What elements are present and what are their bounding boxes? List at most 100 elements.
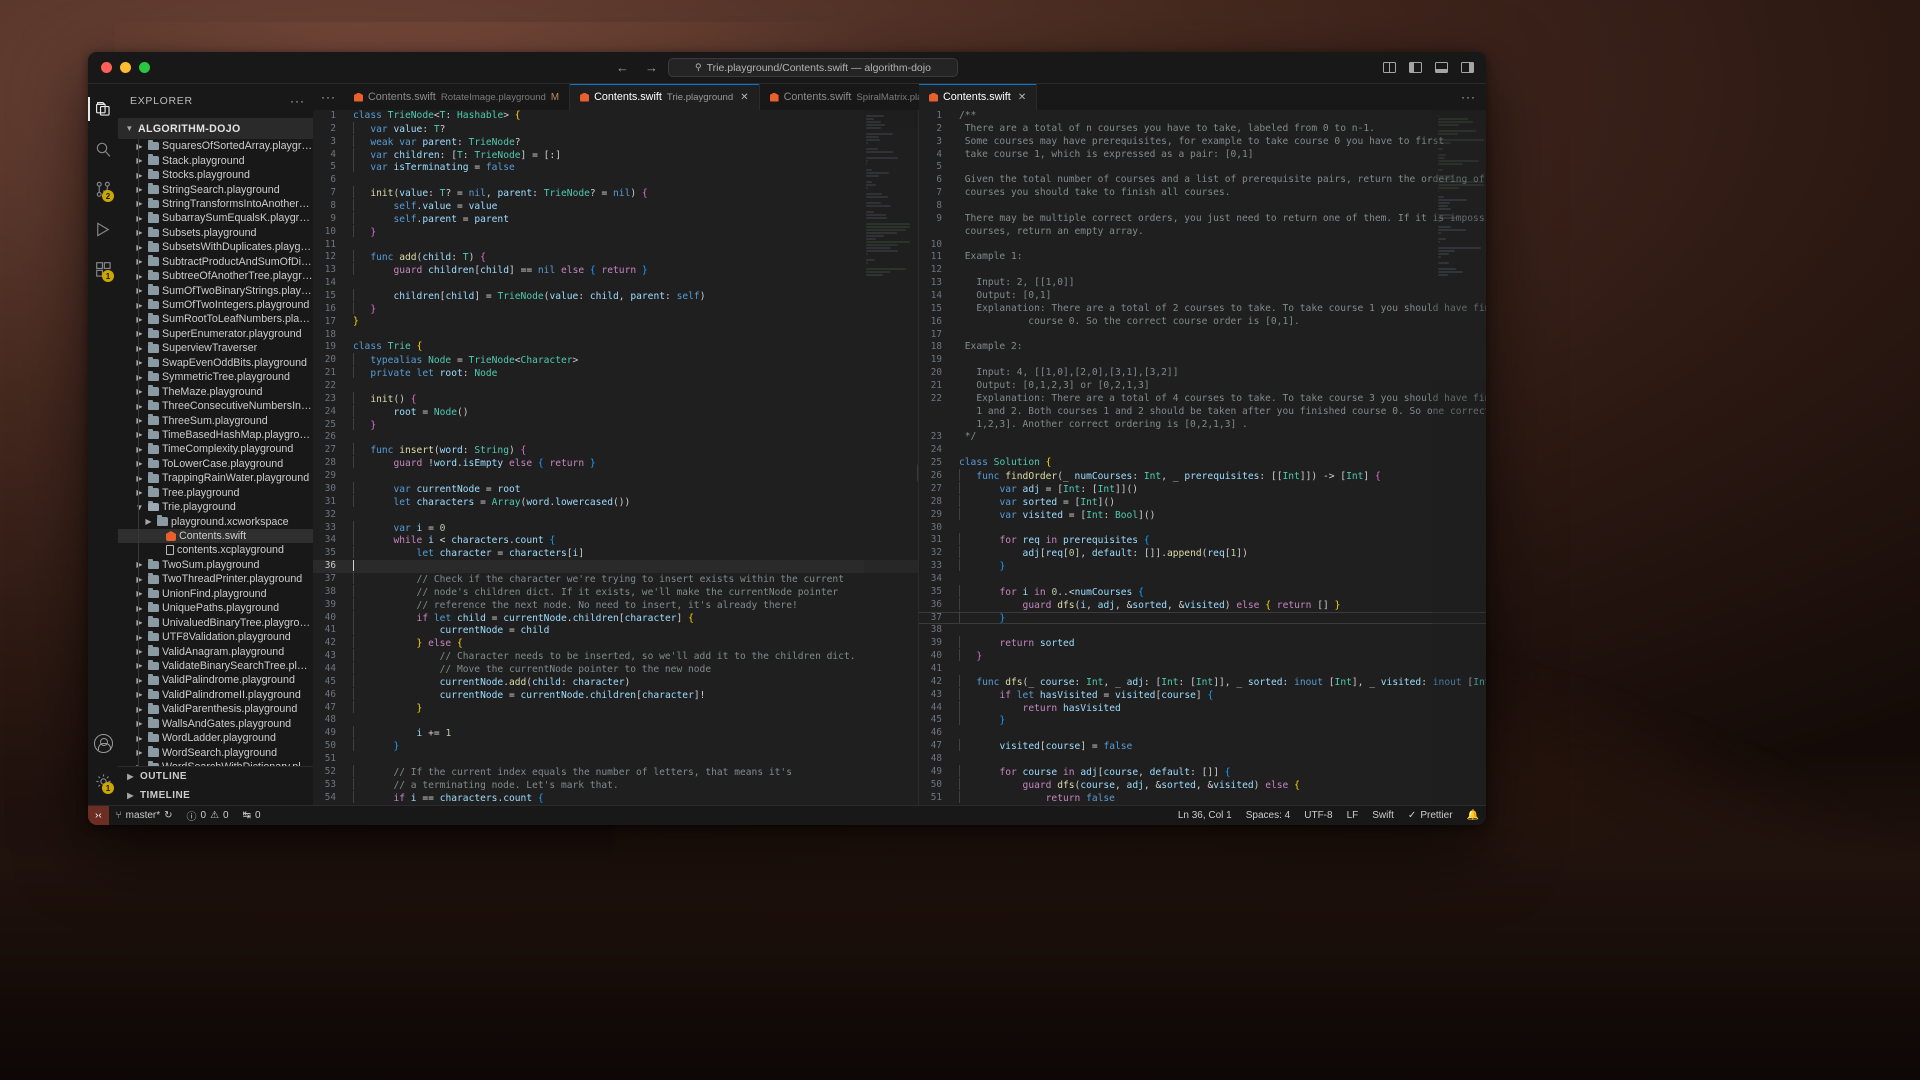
remote-indicator[interactable]: ›‹ <box>88 805 109 825</box>
minimize-window-button[interactable] <box>120 62 131 73</box>
git-branch[interactable]: ⑂ master* ↻ <box>109 806 180 826</box>
chevron-right-icon: ▶ <box>136 213 143 223</box>
file-tree-item[interactable]: ▶ TimeBasedHashMap.playground <box>118 428 313 442</box>
tab-bar-more-icon[interactable]: ··· <box>313 84 344 110</box>
file-tree-item[interactable]: ▶ SubtractProductAndSumOfDigits.... <box>118 255 313 269</box>
file-tree-item[interactable]: ▶ ThreeConsecutiveNumbersInArra... <box>118 399 313 413</box>
file-tree-item[interactable]: ▶ SumOfTwoBinaryStrings.playgrou... <box>118 283 313 297</box>
file-tree-item[interactable]: ▶ StringSearch.playground <box>118 182 313 196</box>
navigation-arrows[interactable]: ← → <box>616 60 658 75</box>
minimap-right[interactable] <box>1432 110 1486 805</box>
file-tree-item[interactable]: ▶ ThreeSum.playground <box>118 413 313 427</box>
problems-indicator[interactable]: ⓘ 0 ⚠ 0 <box>180 806 236 826</box>
close-icon[interactable]: ✕ <box>1018 92 1026 103</box>
branch-name: master* <box>125 810 161 821</box>
ports-indicator[interactable]: ↹ 0 <box>236 806 268 826</box>
toggle-panel-icon[interactable] <box>1435 62 1448 73</box>
code-line: 13 guard children[child] == nil else { r… <box>313 263 918 277</box>
file-tree-item[interactable]: ▶ UnionFind.playground <box>118 587 313 601</box>
tab-contents-rotateimage[interactable]: Contents.swift RotateImage.playground M <box>344 84 571 110</box>
file-tree-item[interactable]: ▶ WordLadder.playground <box>118 731 313 745</box>
tab-contents-right[interactable]: Contents.swift ✕ <box>919 84 1038 110</box>
file-tree-item[interactable]: ▶ SumRootToLeafNumbers.playgroun... <box>118 312 313 326</box>
file-tree-item[interactable]: ▶ ValidParenthesis.playground <box>118 702 313 716</box>
activity-run-debug[interactable] <box>88 210 118 248</box>
file-tree[interactable]: ▶ SquaresOfSortedArray.playground ▶ Stack.p… <box>118 139 313 766</box>
file-tree-item[interactable]: ▶ playground.xcworkspace <box>118 514 313 528</box>
file-tree-item[interactable]: Contents.swift <box>118 528 313 544</box>
file-tree-item[interactable]: ▶ Subsets.playground <box>118 226 313 240</box>
file-tree-item[interactable]: ▶ SuperEnumerator.playground <box>118 327 313 341</box>
file-tree-item[interactable]: ▼ Trie.playground <box>118 500 313 514</box>
chevron-right-icon: ▶ <box>136 661 143 671</box>
file-name: ValidPalindromeII.playground <box>162 688 301 701</box>
workspace-folder-row[interactable]: ▼ ALGORITHM-DOJO <box>118 118 313 139</box>
toggle-secondary-sidebar-icon[interactable] <box>1461 62 1474 73</box>
toggle-primary-sidebar-icon[interactable] <box>1409 62 1422 73</box>
formatter-status[interactable]: ✓ Prettier <box>1401 806 1460 826</box>
file-tree-item[interactable]: contents.xcplayground <box>118 543 313 557</box>
file-tree-item[interactable]: ▶ Stocks.playground <box>118 168 313 182</box>
section-outline[interactable]: ▶ OUTLINE <box>118 767 313 786</box>
file-tree-item[interactable]: ▶ SubtreeOfAnotherTree.playground <box>118 269 313 283</box>
file-tree-item[interactable]: ▶ SumOfTwoIntegers.playground <box>118 298 313 312</box>
language-mode[interactable]: Swift <box>1365 806 1401 826</box>
section-timeline[interactable]: ▶ TIMELINE <box>118 786 313 805</box>
close-window-button[interactable] <box>101 62 112 73</box>
notifications[interactable]: 🔔 <box>1460 806 1486 826</box>
activity-source-control[interactable]: 2 <box>88 170 118 208</box>
file-tree-item[interactable]: ▶ SuperviewTraverser <box>118 341 313 355</box>
editor-area: ··· Contents.swift RotateImage.playgroun… <box>313 84 1486 805</box>
file-tree-item[interactable]: ▶ TheMaze.playground <box>118 384 313 398</box>
code-editor-right[interactable]: 1 /** 2 There are a total of n courses you… <box>919 110 1486 805</box>
file-tree-item[interactable]: ▶ SubsetsWithDuplicates.playground <box>118 240 313 254</box>
minimap-left[interactable] <box>864 110 918 805</box>
code-editor-left[interactable]: 1 class TrieNode<T: Hashable> {2 var valu… <box>313 110 918 805</box>
forward-icon[interactable]: → <box>645 60 658 75</box>
tab-contents-trie[interactable]: Contents.swift Trie.playground ✕ <box>570 84 760 110</box>
activity-explorer[interactable] <box>88 90 118 128</box>
file-tree-item[interactable]: ▶ SquaresOfSortedArray.playground <box>118 139 313 153</box>
line-number: 18 <box>930 341 942 353</box>
editor-split-handle[interactable] <box>917 464 918 483</box>
file-tree-item[interactable]: ▶ UnivaluedBinaryTree.playground <box>118 615 313 629</box>
file-tree-item[interactable]: ▶ WallsAndGates.playground <box>118 717 313 731</box>
quick-open-input[interactable]: ⚲ Trie.playground/Contents.swift — algor… <box>668 58 958 77</box>
file-tree-item[interactable]: ▶ ValidPalindrome.playground <box>118 673 313 687</box>
file-tree-item[interactable]: ▶ UniquePaths.playground <box>118 601 313 615</box>
file-tree-item[interactable]: ▶ SwapEvenOddBits.playground <box>118 356 313 370</box>
file-tree-item[interactable]: ▶ UTF8Validation.playground <box>118 630 313 644</box>
file-tree-item[interactable]: ▶ TwoSum.playground <box>118 558 313 572</box>
customize-layout-icon[interactable] <box>1383 62 1396 73</box>
code-line: 20 Input: 4, [[1,0],[2,0],[3,1],[3,2]] <box>919 367 1486 380</box>
file-tree-item[interactable]: ▶ TrappingRainWater.playground <box>118 471 313 485</box>
file-tree-item[interactable]: ▶ Tree.playground <box>118 486 313 500</box>
code-line: 33 } <box>919 559 1486 573</box>
activity-search[interactable] <box>88 130 118 168</box>
encoding[interactable]: UTF-8 <box>1297 806 1339 826</box>
file-tree-item[interactable]: ▶ SubarraySumEqualsK.playground <box>118 211 313 225</box>
maximize-window-button[interactable] <box>139 62 150 73</box>
file-tree-item[interactable]: ▶ WordSearch.playground <box>118 745 313 759</box>
file-tree-item[interactable]: ▶ SymmetricTree.playground <box>118 370 313 384</box>
editor-more-actions-icon[interactable]: ··· <box>1461 90 1476 104</box>
file-tree-item[interactable]: ▶ ValidPalindromeII.playground <box>118 688 313 702</box>
explorer-more-actions-icon[interactable]: ··· <box>290 94 305 108</box>
window-controls[interactable] <box>88 62 150 73</box>
file-tree-item[interactable]: ▶ StringTransformsIntoAnotherStrin... <box>118 197 313 211</box>
end-of-line[interactable]: LF <box>1340 806 1366 826</box>
file-tree-item[interactable]: ▶ Stack.playground <box>118 153 313 167</box>
activity-extensions[interactable]: 1 <box>88 250 118 288</box>
file-tree-item[interactable]: ▶ ValidAnagram.playground <box>118 644 313 658</box>
file-tree-item[interactable]: ▶ TimeComplexity.playground <box>118 442 313 456</box>
indentation[interactable]: Spaces: 4 <box>1239 806 1297 826</box>
close-icon[interactable]: ✕ <box>740 92 748 103</box>
file-tree-item[interactable]: ▶ ToLowerCase.playground <box>118 457 313 471</box>
activity-accounts[interactable] <box>88 724 118 762</box>
file-tree-item[interactable]: ▶ ValidateBinarySearchTree.playgro... <box>118 659 313 673</box>
back-icon[interactable]: ← <box>616 60 629 75</box>
activity-manage-settings[interactable]: 1 <box>88 762 118 800</box>
file-tree-item[interactable]: ▶ TwoThreadPrinter.playground <box>118 572 313 586</box>
cursor-position[interactable]: Ln 36, Col 1 <box>1171 806 1239 826</box>
file-tree-item[interactable]: ▶ WordSearchWithDictionary.playgr... <box>118 760 313 766</box>
